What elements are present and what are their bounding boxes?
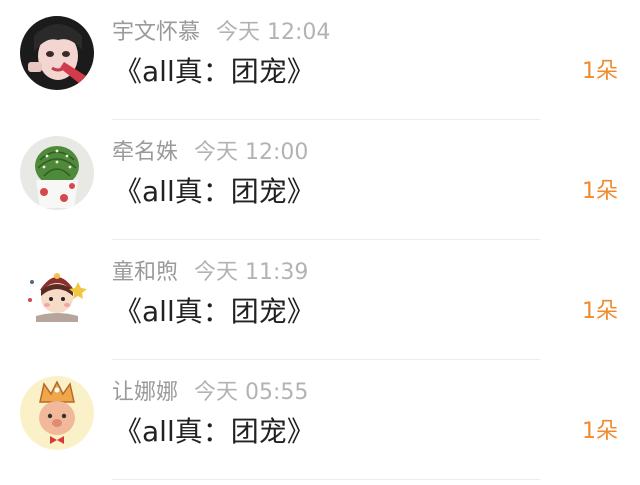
list-item[interactable]: 牵名姝 今天 12:00 《all真：团宠》 1朵 <box>0 120 640 240</box>
item-meta: 宇文怀慕 今天 12:04 <box>112 18 330 48</box>
cartoon-girl-icon <box>20 256 94 330</box>
reward-list: 宇文怀慕 今天 12:04 《all真：团宠》 1朵 牵名姝 今天 12:00 … <box>0 0 640 485</box>
timestamp: 今天 12:04 <box>216 20 331 45</box>
timestamp: 今天 11:39 <box>194 260 309 285</box>
avatar[interactable] <box>20 376 94 450</box>
flower-count: 1朵 <box>582 179 618 204</box>
flower-count: 1朵 <box>582 299 618 324</box>
flower-count: 1朵 <box>582 419 618 444</box>
avatar[interactable] <box>20 136 94 210</box>
divider <box>112 479 540 480</box>
username[interactable]: 宇文怀慕 <box>112 20 200 45</box>
username[interactable]: 童和煦 <box>112 260 178 285</box>
item-title[interactable]: 《all真：团宠》 <box>114 54 315 90</box>
cactus-pot-icon <box>20 136 94 210</box>
list-item[interactable]: 宇文怀慕 今天 12:04 《all真：团宠》 1朵 <box>0 0 640 120</box>
avatar[interactable] <box>20 256 94 330</box>
girl-portrait-icon <box>20 16 94 90</box>
crown-character-icon <box>20 376 94 450</box>
list-item[interactable]: 让娜娜 今天 05:55 《all真：团宠》 1朵 <box>0 360 640 480</box>
list-item[interactable]: 童和煦 今天 11:39 《all真：团宠》 1朵 <box>0 240 640 360</box>
username[interactable]: 牵名姝 <box>112 140 178 165</box>
timestamp: 今天 05:55 <box>194 380 309 405</box>
item-meta: 牵名姝 今天 12:00 <box>112 138 308 168</box>
username[interactable]: 让娜娜 <box>112 380 178 405</box>
timestamp: 今天 12:00 <box>194 140 309 165</box>
item-meta: 让娜娜 今天 05:55 <box>112 378 308 408</box>
item-title[interactable]: 《all真：团宠》 <box>114 294 315 330</box>
item-title[interactable]: 《all真：团宠》 <box>114 174 315 210</box>
avatar[interactable] <box>20 16 94 90</box>
item-title[interactable]: 《all真：团宠》 <box>114 414 315 450</box>
item-meta: 童和煦 今天 11:39 <box>112 258 308 288</box>
flower-count: 1朵 <box>582 59 618 84</box>
